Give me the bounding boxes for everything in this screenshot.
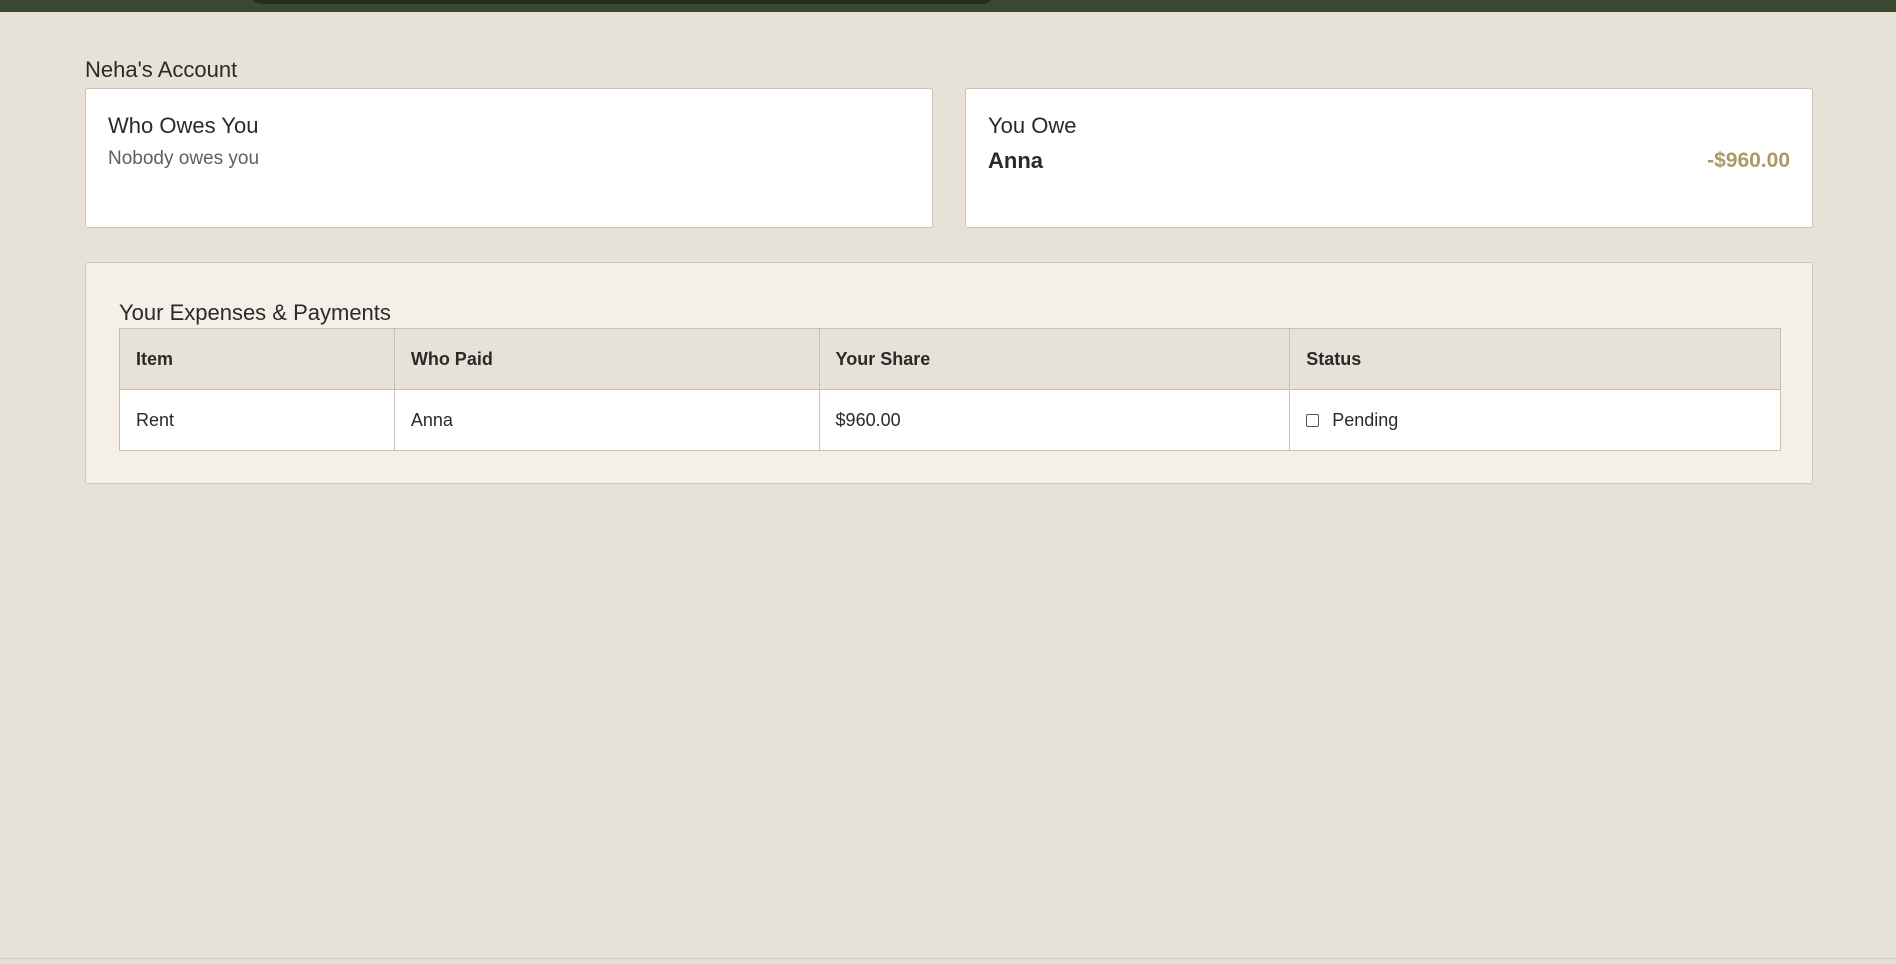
cell-who-paid: Anna [393, 389, 820, 451]
expenses-panel: Your Expenses & Payments Item Who Paid Y… [85, 262, 1813, 484]
status-control: Pending [1306, 410, 1764, 431]
top-navigation-pill [248, 0, 996, 4]
you-owe-amount: -$960.00 [1707, 149, 1790, 172]
you-owe-entry: Anna -$960.00 [988, 147, 1790, 175]
who-owes-you-empty-message: Nobody owes you [108, 148, 260, 169]
who-owes-you-title: Who Owes You [108, 113, 259, 138]
cell-your-share: $960.00 [818, 389, 1291, 451]
expenses-table: Item Who Paid Your Share Status Rent Ann… [119, 328, 1781, 451]
column-header-status: Status [1289, 328, 1781, 390]
table-row: Rent Anna $960.00 Pending [119, 389, 1781, 451]
top-navigation-bar [0, 0, 1896, 12]
cell-status: Pending [1289, 389, 1781, 451]
column-header-who-paid: Who Paid [393, 328, 820, 390]
column-header-your-share: Your Share [818, 328, 1291, 390]
status-label: Pending [1332, 409, 1399, 430]
you-owe-title: You Owe [988, 113, 1077, 138]
expenses-panel-title: Your Expenses & Payments [119, 300, 391, 325]
cell-item: Rent [119, 389, 395, 451]
bottom-divider [0, 958, 1896, 959]
you-owe-person-name: Anna [988, 148, 1043, 173]
table-header-row: Item Who Paid Your Share Status [119, 328, 1781, 390]
status-checkbox[interactable] [1306, 413, 1320, 427]
you-owe-card: You Owe Anna -$960.00 [965, 88, 1813, 228]
column-header-item: Item [119, 328, 395, 390]
who-owes-you-card: Who Owes You Nobody owes you [85, 88, 933, 228]
account-title: Neha's Account [85, 57, 238, 82]
